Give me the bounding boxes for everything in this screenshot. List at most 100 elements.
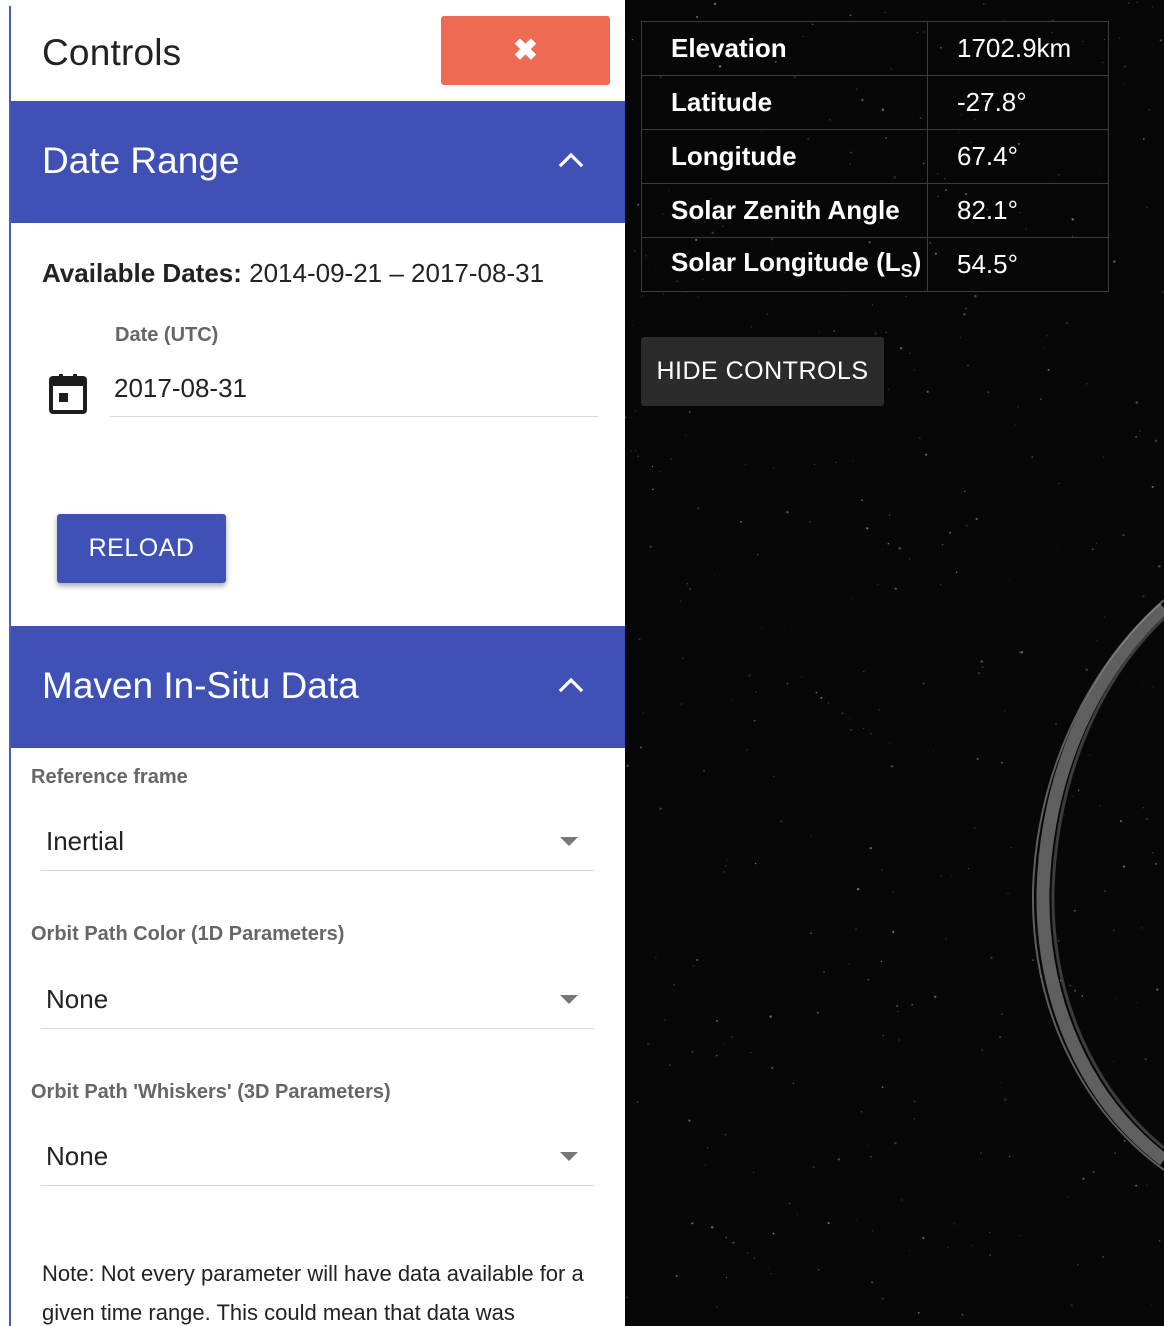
star: [973, 826, 976, 829]
star: [766, 942, 768, 944]
star: [981, 1049, 984, 1052]
star: [681, 657, 684, 660]
table-row: Latitude -27.8°: [641, 75, 1109, 130]
star: [1148, 378, 1150, 380]
star: [1000, 761, 1003, 764]
star: [792, 1082, 795, 1085]
star: [919, 437, 921, 439]
star: [625, 416, 627, 419]
star: [670, 458, 672, 460]
star: [882, 1034, 885, 1037]
star: [1136, 1, 1138, 4]
star: [1102, 1256, 1104, 1258]
star: [659, 807, 662, 810]
star: [882, 549, 884, 551]
star: [881, 1297, 884, 1300]
date-input[interactable]: [110, 360, 598, 417]
star: [680, 702, 683, 706]
star: [691, 1050, 694, 1054]
whiskers-value: None: [46, 1141, 109, 1171]
whiskers-select[interactable]: None: [41, 1127, 594, 1186]
star: [1123, 65, 1126, 68]
close-controls-button[interactable]: ✖: [441, 16, 610, 85]
star: [786, 510, 789, 514]
star: [850, 728, 852, 731]
star: [1148, 435, 1150, 437]
star: [1122, 533, 1125, 537]
star: [726, 859, 728, 861]
star: [871, 304, 873, 306]
star: [664, 1018, 666, 1021]
star: [773, 775, 775, 777]
star: [696, 15, 699, 18]
visualization-area[interactable]: Elevation 1702.9km Latitude -27.8° Longi…: [625, 0, 1164, 1326]
info-key: Latitude: [641, 75, 928, 130]
star: [1000, 1082, 1002, 1084]
star: [628, 256, 630, 258]
star: [897, 1010, 899, 1013]
hide-controls-button[interactable]: HIDE CONTROLS: [641, 337, 884, 406]
star: [909, 558, 911, 560]
star: [887, 542, 890, 545]
star: [1070, 1304, 1073, 1307]
orbit-color-select[interactable]: None: [41, 970, 594, 1029]
star: [942, 544, 944, 546]
star: [750, 325, 753, 328]
star: [685, 434, 687, 436]
star: [649, 545, 652, 548]
star: [725, 1236, 728, 1239]
star: [1124, 83, 1125, 84]
star: [688, 587, 692, 591]
star: [630, 450, 633, 453]
star: [999, 1035, 1002, 1039]
calendar-icon[interactable]: [48, 372, 88, 416]
star: [724, 1133, 727, 1136]
star: [1139, 430, 1141, 432]
star: [750, 417, 752, 419]
star: [899, 347, 903, 350]
star: [780, 820, 783, 823]
controls-title: Controls: [42, 32, 182, 73]
star: [697, 296, 700, 298]
star: [976, 757, 979, 761]
date-range-header[interactable]: Date Range: [11, 101, 625, 223]
star: [675, 1274, 678, 1278]
star: [898, 547, 901, 550]
star: [1135, 435, 1138, 438]
star: [982, 3, 985, 5]
chevron-up-icon: [558, 152, 584, 168]
star: [1017, 406, 1019, 408]
available-dates: Available Dates: 2014-09-21 – 2017-08-31: [42, 258, 544, 289]
star: [750, 1052, 752, 1054]
star: [855, 928, 858, 931]
available-dates-label: Available Dates:: [42, 258, 242, 288]
star: [1135, 1184, 1138, 1187]
star: [940, 875, 942, 878]
controls-title-bar: Controls ✖: [11, 6, 625, 101]
star: [1043, 347, 1045, 349]
star: [773, 466, 775, 469]
star: [833, 330, 835, 332]
star: [856, 887, 860, 891]
star: [666, 1167, 668, 1169]
star: [770, 1272, 773, 1275]
chevron-up-icon: [558, 677, 584, 693]
star: [892, 891, 894, 893]
star: [626, 1296, 628, 1299]
star: [945, 937, 947, 940]
reload-button[interactable]: RELOAD: [57, 514, 226, 583]
dropdown-caret-icon: [560, 1152, 578, 1161]
star: [878, 709, 881, 712]
reference-frame-select[interactable]: Inertial: [41, 812, 594, 871]
star: [706, 1146, 709, 1149]
star: [913, 1118, 915, 1120]
star: [827, 702, 830, 704]
star: [849, 14, 852, 17]
maven-data-header[interactable]: Maven In-Situ Data: [11, 626, 625, 748]
star: [940, 584, 942, 586]
star: [814, 463, 816, 465]
star: [816, 1011, 820, 1014]
star: [898, 1039, 900, 1041]
star: [977, 671, 980, 675]
star: [948, 531, 952, 534]
